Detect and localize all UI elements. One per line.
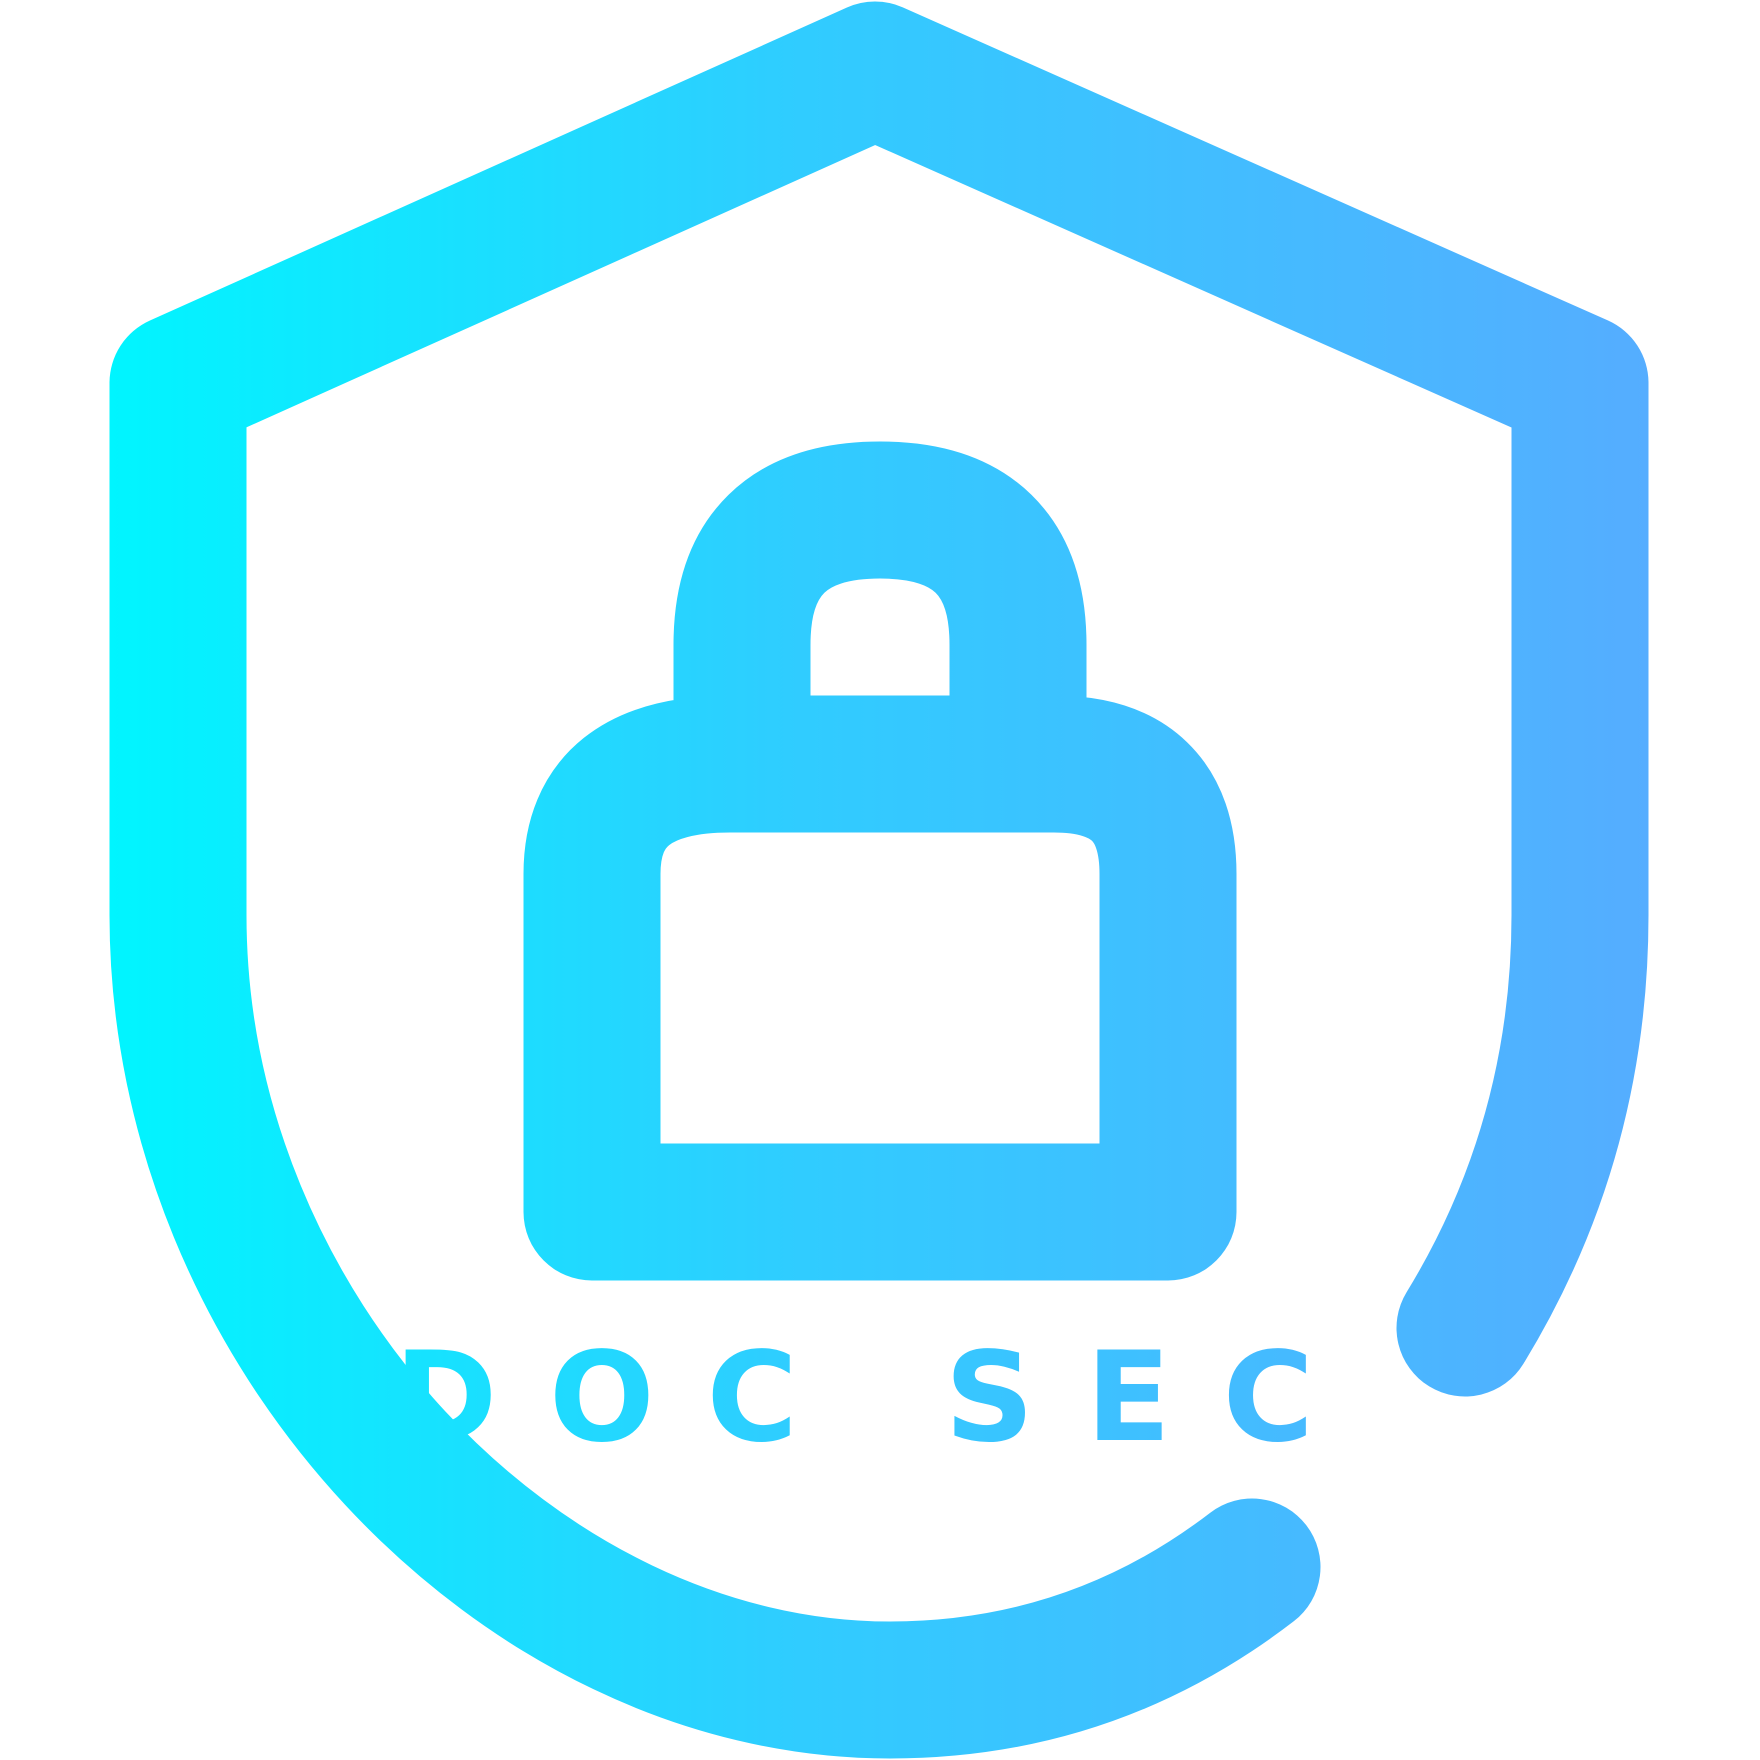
logo-canvas: DOC SEC xyxy=(0,0,1760,1760)
logo-graphic: DOC SEC xyxy=(109,1,1649,1759)
brand-wordmark: DOC SEC xyxy=(394,1326,1366,1470)
lock-icon xyxy=(523,441,1237,1281)
